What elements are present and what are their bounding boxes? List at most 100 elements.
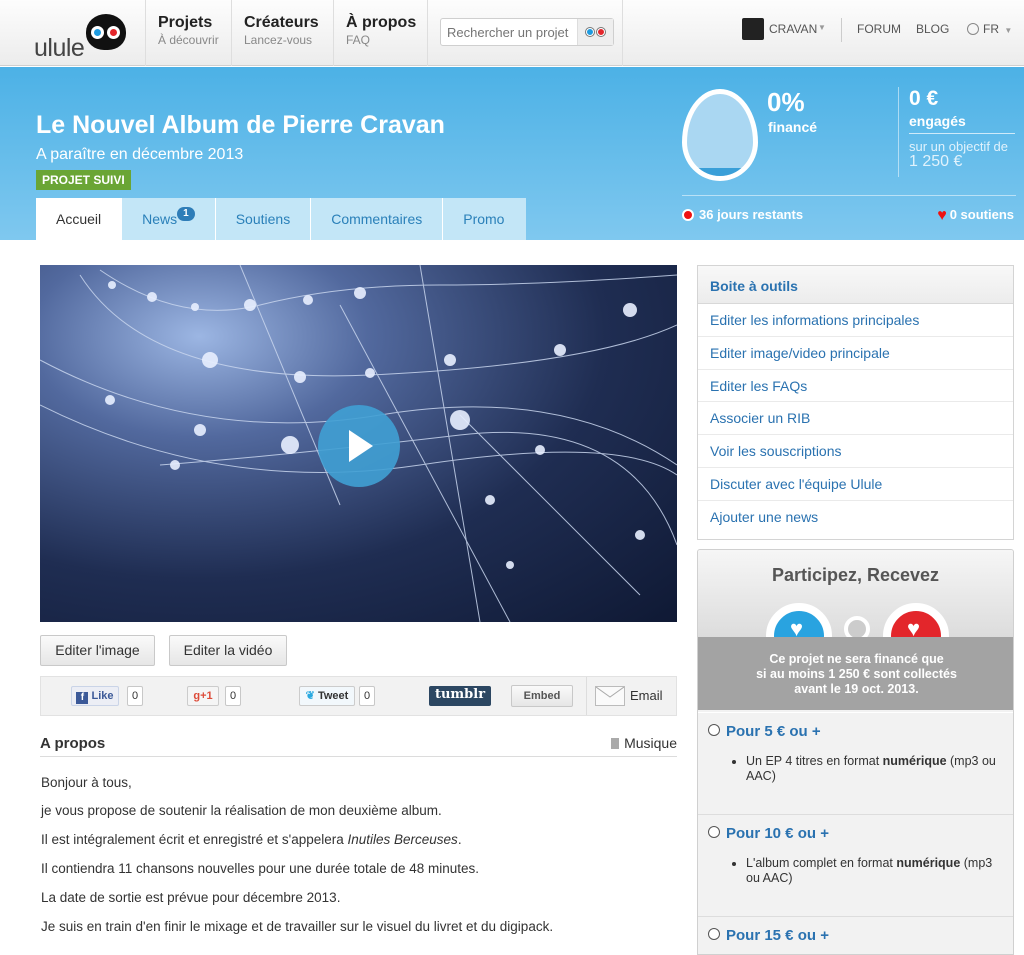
dew-drop xyxy=(105,395,115,405)
stats-divider xyxy=(898,87,899,177)
reward-item[interactable]: Pour 10 € ou + L'album complet en format… xyxy=(698,814,1013,914)
notice-line: si au moins 1 250 € sont collectés xyxy=(756,667,957,681)
toolbox-item-subscriptions[interactable]: Voir les souscriptions xyxy=(698,435,1013,468)
dew-drop xyxy=(554,344,566,356)
notice-line: avant le 19 oct. 2013. xyxy=(794,682,919,696)
toolbox-item-add-news[interactable]: Ajouter une news xyxy=(698,501,1013,534)
dew-drop xyxy=(294,371,306,383)
reward-description-item: L'album complet en format numérique (mp3… xyxy=(746,856,1005,886)
reward-title: Pour 10 € ou + xyxy=(708,825,1005,842)
language-selector[interactable]: FR ▼ xyxy=(967,22,1012,36)
reward-item[interactable]: Pour 5 € ou + Un EP 4 titres en format n… xyxy=(698,712,1013,812)
email-share-link[interactable]: Email xyxy=(630,688,663,703)
rewards-panel: Participez, Recevez ♥ ♥ Ce projet ne ser… xyxy=(697,549,1014,955)
web-strand xyxy=(159,431,677,546)
toolbox-item-edit-faqs[interactable]: Editer les FAQs xyxy=(698,370,1013,403)
search-input[interactable] xyxy=(441,19,577,45)
reward-description: L'album complet en format numérique (mp3… xyxy=(746,856,1005,886)
radio-icon[interactable] xyxy=(708,928,720,940)
google-plus-button[interactable]: g+1 xyxy=(187,686,219,706)
facebook-like-count: 0 xyxy=(127,686,144,706)
search-button[interactable] xyxy=(577,19,613,45)
nav-createurs[interactable]: Créateurs Lancez-vous xyxy=(231,0,333,66)
pledged-amount: 0 € xyxy=(909,87,939,110)
toolbox-panel: Boite à outils Editer les informations p… xyxy=(697,265,1014,540)
category-tag[interactable]: Musique xyxy=(611,735,677,751)
dew-drop xyxy=(303,295,313,305)
tweet-label: Tweet xyxy=(317,690,349,702)
blog-link[interactable]: BLOG xyxy=(916,22,949,36)
search-box xyxy=(440,18,614,46)
radio-icon[interactable] xyxy=(708,826,720,838)
nav-a-propos-title: À propos xyxy=(346,14,417,31)
nav-a-propos[interactable]: À propos FAQ xyxy=(333,0,427,66)
reward-title: Pour 5 € ou + xyxy=(708,723,1005,740)
dew-drop xyxy=(485,495,495,505)
toolbox-item-edit-media[interactable]: Editer image/video principale xyxy=(698,337,1013,370)
goal-text: sur un objectif de 1 250 € xyxy=(909,139,1019,170)
dew-drop xyxy=(108,281,116,289)
globe-icon xyxy=(967,23,979,35)
tweet-count: 0 xyxy=(359,686,376,706)
about-heading: A propos xyxy=(40,735,106,752)
about-text: . xyxy=(457,832,462,847)
twitter-bird-icon: ❦ xyxy=(305,690,315,702)
tab-news[interactable]: News 1 xyxy=(122,198,216,240)
about-paragraph: La date de sortie est prévue pour décemb… xyxy=(41,890,341,905)
days-remaining-label: 36 jours restants xyxy=(699,207,804,222)
dew-drop xyxy=(202,352,218,368)
radio-icon[interactable] xyxy=(708,724,720,736)
tab-soutiens-label: Soutiens xyxy=(235,211,291,227)
share-bar: f Like 0 g+1 0 ❦ Tweet 0 tumblr Embed Em… xyxy=(40,676,677,716)
funding-egg-gauge xyxy=(682,89,758,181)
rewards-header: Participez, Recevez ♥ ♥ xyxy=(698,550,1013,669)
bookmark-icon xyxy=(611,738,620,749)
dew-drop xyxy=(365,368,375,378)
nav-a-propos-subtitle: FAQ xyxy=(346,33,371,47)
owl-eye-right xyxy=(107,26,120,39)
toolbox-item-contact-team[interactable]: Discuter avec l'équipe Ulule xyxy=(698,468,1013,501)
search-eye-right-icon xyxy=(597,28,605,36)
facebook-like-button[interactable]: f Like xyxy=(71,686,119,706)
toolbox-title[interactable]: Boite à outils xyxy=(698,266,1013,304)
divider xyxy=(841,18,842,42)
embed-button[interactable]: Embed xyxy=(511,685,573,707)
project-subtitle: A paraître en décembre 2013 xyxy=(36,146,244,163)
reward-title-label: Pour 5 € ou + xyxy=(726,723,821,740)
edit-image-button[interactable]: Editer l'image xyxy=(40,635,155,666)
tab-accueil-label: Accueil xyxy=(56,211,102,227)
ulule-logo[interactable]: ulule xyxy=(34,8,130,62)
stats-hdivider xyxy=(682,195,1016,196)
project-banner: Le Nouvel Album de Pierre Cravan A paraî… xyxy=(0,67,1024,240)
toolbox-item-rib[interactable]: Associer un RIB xyxy=(698,402,1013,436)
logo-text: ulule xyxy=(34,34,85,62)
reward-title: Pour 15 € ou + xyxy=(708,927,1005,944)
rewards-title: Participez, Recevez xyxy=(771,565,940,585)
reward-desc-text: Un EP 4 titres en format xyxy=(746,754,883,768)
tab-promo-label: Promo xyxy=(463,211,505,227)
edit-video-button[interactable]: Editer la vidéo xyxy=(169,635,287,666)
dew-drop xyxy=(191,303,199,311)
project-tabs: Accueil News 1 Soutiens Commentaires Prom… xyxy=(36,198,526,240)
about-paragraph: Bonjour à tous, xyxy=(41,775,132,790)
nav-projets[interactable]: Projets À découvrir xyxy=(145,0,231,66)
play-button[interactable] xyxy=(318,405,400,487)
web-strand xyxy=(79,274,677,377)
reward-item[interactable]: Pour 15 € ou + xyxy=(698,916,1013,954)
owl-icon xyxy=(86,14,126,50)
tweet-button[interactable]: ❦ Tweet xyxy=(299,686,355,706)
clock-icon xyxy=(682,209,694,221)
divider xyxy=(586,677,587,715)
nav-projets-subtitle: À découvrir xyxy=(158,33,219,47)
goal-label: sur un objectif de xyxy=(909,139,1009,154)
dew-drop xyxy=(170,460,180,470)
tab-soutiens[interactable]: Soutiens xyxy=(216,198,312,240)
toolbox-item-edit-info[interactable]: Editer les informations principales xyxy=(698,304,1013,337)
tab-commentaires[interactable]: Commentaires xyxy=(311,198,444,240)
tab-accueil[interactable]: Accueil xyxy=(36,198,123,240)
supporters-count[interactable]: ♥ 0 soutiens xyxy=(937,207,1014,225)
funded-label: financé xyxy=(768,119,818,135)
forum-link[interactable]: FORUM xyxy=(857,22,901,36)
tumblr-button[interactable]: tumblr xyxy=(429,686,491,706)
tab-promo[interactable]: Promo xyxy=(443,198,524,240)
